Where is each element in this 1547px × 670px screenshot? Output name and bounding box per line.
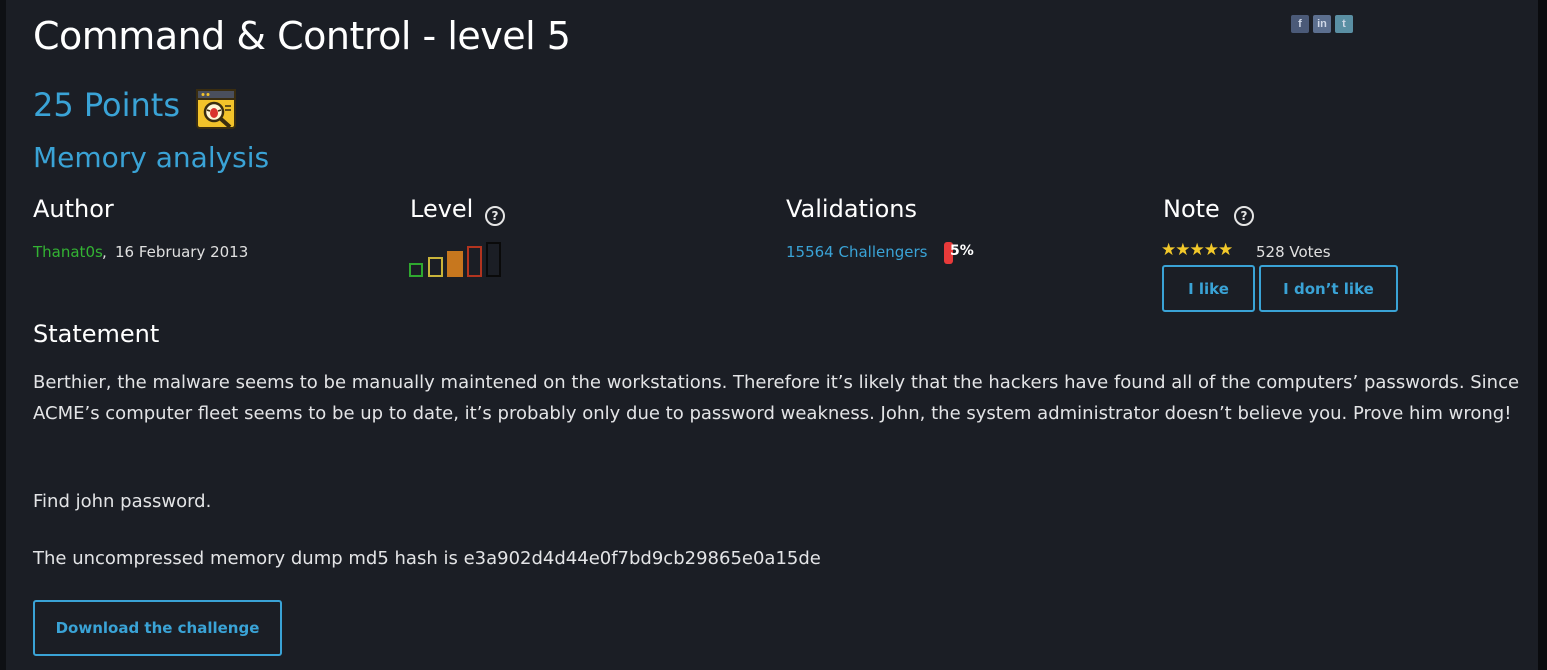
validation-percent: 5% <box>950 243 974 259</box>
level-bar-3 <box>447 251 463 277</box>
difficulty-level-indicator <box>409 242 501 277</box>
note-help-icon[interactable]: ? <box>1234 206 1254 226</box>
page-border <box>1538 0 1547 670</box>
votes-count: 528 Votes <box>1256 243 1331 261</box>
statement-paragraph: The uncompressed memory dump md5 hash is… <box>33 548 821 569</box>
author-link[interactable]: Thanat0s <box>33 243 103 261</box>
challenge-title: Command & Control - level 5 <box>33 14 571 58</box>
linkedin-icon[interactable]: in <box>1313 15 1331 33</box>
level-bar-5 <box>486 242 501 277</box>
level-heading: Level <box>410 195 474 223</box>
level-bar-2 <box>428 257 443 277</box>
level-help-icon[interactable]: ? <box>485 206 505 226</box>
note-heading: Note <box>1163 195 1220 223</box>
validations-heading: Validations <box>786 195 918 223</box>
author-heading: Author <box>33 195 114 223</box>
level-bar-4 <box>467 246 482 277</box>
bug-magnifier-icon <box>196 89 236 129</box>
statement-heading: Statement <box>33 320 160 348</box>
author-date: 16 February 2013 <box>115 243 249 261</box>
dislike-button[interactable]: I don’t like <box>1259 265 1398 312</box>
level-bar-1 <box>409 263 423 277</box>
statement-paragraph: Berthier, the malware seems to be manual… <box>33 372 1520 424</box>
rating-stars: ★★★★★ <box>1161 240 1233 260</box>
statement-paragraph: Find john password. <box>33 491 212 512</box>
facebook-icon[interactable]: f <box>1291 15 1309 33</box>
challengers-link[interactable]: 15564 Challengers <box>786 243 927 261</box>
like-button[interactable]: I like <box>1162 265 1255 312</box>
download-challenge-button[interactable]: Download the challenge <box>33 600 282 656</box>
social-share-bar: f in t <box>1291 15 1353 33</box>
challenge-points: 25 Points <box>33 86 181 124</box>
twitter-icon[interactable]: t <box>1335 15 1353 33</box>
challenge-category[interactable]: Memory analysis <box>33 141 269 174</box>
author-separator: , <box>102 243 107 261</box>
